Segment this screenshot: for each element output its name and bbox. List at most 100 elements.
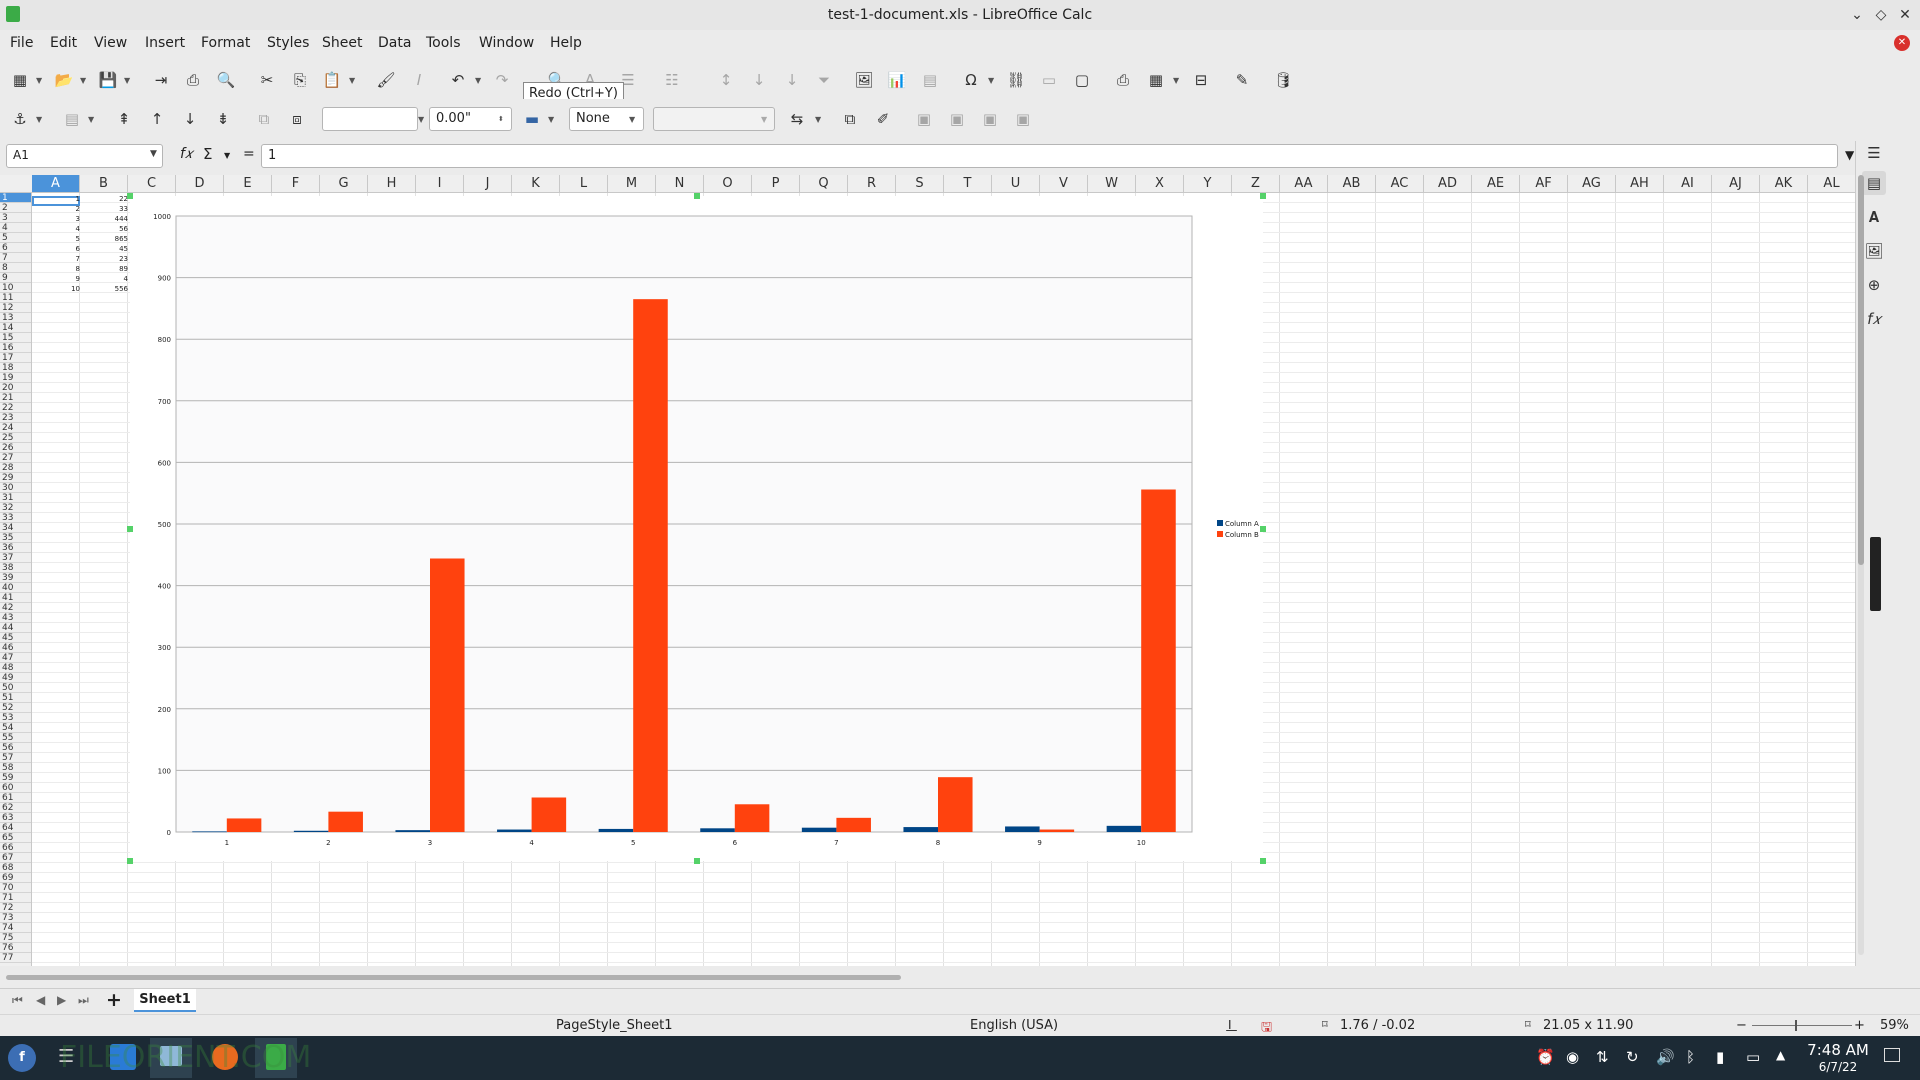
row-header[interactable]: 12 — [0, 303, 31, 313]
cell-a6[interactable]: 6 — [36, 245, 80, 253]
to-foreground-icon[interactable]: ⧉ — [252, 107, 276, 131]
add-sheet-icon[interactable]: + — [106, 989, 122, 1011]
row-header[interactable]: 27 — [0, 453, 31, 463]
row-header[interactable]: 19 — [0, 373, 31, 383]
column-header[interactable]: H — [368, 175, 416, 192]
column-header[interactable]: D — [176, 175, 224, 192]
paste-icon[interactable]: 📋 — [320, 68, 344, 92]
print-preview-icon[interactable]: 🔍 — [214, 68, 238, 92]
properties-icon[interactable]: ▤ — [1862, 171, 1886, 195]
sheet-tab-sheet1[interactable]: Sheet1 — [134, 989, 196, 1012]
cell-b10[interactable]: 556 — [84, 285, 128, 293]
styles-icon[interactable]: 𝐀 — [1862, 205, 1886, 229]
battery-icon[interactable]: ▮ — [1716, 1048, 1724, 1066]
cell-a8[interactable]: 8 — [36, 265, 80, 273]
fedora-menu-icon[interactable]: f — [8, 1044, 36, 1072]
show-draw-functions-icon[interactable]: ✎ — [1230, 68, 1254, 92]
group-icon[interactable]: ▣ — [912, 107, 936, 131]
row-header[interactable]: 51 — [0, 693, 31, 703]
name-box[interactable]: A1 — [6, 144, 163, 168]
column-header[interactable]: L — [560, 175, 608, 192]
anchor-dropdown-icon[interactable]: ▼ — [36, 107, 46, 131]
close-document-icon[interactable]: ✕ — [1894, 35, 1910, 51]
row-header[interactable]: 28 — [0, 463, 31, 473]
zoom-in-icon[interactable]: + — [1854, 1018, 1865, 1033]
cell-b1[interactable]: 22 — [84, 195, 128, 203]
row-header[interactable]: 58 — [0, 763, 31, 773]
column-header[interactable]: I — [416, 175, 464, 192]
line-color-dropdown-icon[interactable]: ▼ — [548, 107, 558, 131]
chart-handle-bl[interactable] — [127, 858, 133, 864]
updates-icon[interactable]: ↻ — [1626, 1048, 1639, 1066]
next-sheet-icon[interactable]: ▶ — [57, 993, 66, 1007]
row-header[interactable]: 13 — [0, 313, 31, 323]
row-header[interactable]: 56 — [0, 743, 31, 753]
row-header[interactable]: 69 — [0, 873, 31, 883]
row-header[interactable]: 61 — [0, 793, 31, 803]
row-header[interactable]: 26 — [0, 443, 31, 453]
vertical-scrollbar[interactable] — [1858, 175, 1864, 955]
insert-chart-icon[interactable]: 📊 — [885, 68, 909, 92]
row-header[interactable]: 30 — [0, 483, 31, 493]
column-header[interactable]: AD — [1424, 175, 1472, 192]
row-header[interactable]: 20 — [0, 383, 31, 393]
row-header[interactable]: 54 — [0, 723, 31, 733]
minimize-icon[interactable]: ⌄ — [1846, 4, 1868, 26]
navigator-icon[interactable]: ⊕ — [1862, 273, 1886, 297]
row-header[interactable]: 47 — [0, 653, 31, 663]
column-header[interactable]: AE — [1472, 175, 1520, 192]
column-header[interactable]: AI — [1664, 175, 1712, 192]
column-header[interactable]: U — [992, 175, 1040, 192]
first-sheet-icon[interactable]: ⏮ — [12, 993, 23, 1008]
row-header[interactable]: 66 — [0, 843, 31, 853]
row-header[interactable]: 38 — [0, 563, 31, 573]
new-dropdown-icon[interactable]: ▼ — [36, 68, 46, 92]
cell-b2[interactable]: 33 — [84, 205, 128, 213]
row-header[interactable]: 15 — [0, 333, 31, 343]
row-header[interactable]: 22 — [0, 403, 31, 413]
special-character-dropdown-icon[interactable]: ▼ — [988, 68, 998, 92]
column-header[interactable]: N — [656, 175, 704, 192]
exit-group-icon[interactable]: ▣ — [978, 107, 1002, 131]
paste-dropdown-icon[interactable]: ▼ — [349, 68, 359, 92]
row-header[interactable]: 74 — [0, 923, 31, 933]
column-header[interactable]: P — [752, 175, 800, 192]
vertical-scroll-thumb[interactable] — [1858, 175, 1864, 565]
cell-a7[interactable]: 7 — [36, 255, 80, 263]
cell-b6[interactable]: 45 — [84, 245, 128, 253]
column-header[interactable]: F — [272, 175, 320, 192]
split-window-icon[interactable]: ⊟ — [1189, 68, 1213, 92]
row-header[interactable]: 36 — [0, 543, 31, 553]
row-header[interactable]: 42 — [0, 603, 31, 613]
chart-handle-tl[interactable] — [127, 193, 133, 199]
freeze-rows-columns-icon[interactable]: ▦ — [1144, 68, 1168, 92]
chart-handle-tr[interactable] — [1260, 193, 1266, 199]
column-icon[interactable]: ☷ — [660, 68, 684, 92]
font-name-dropdown-icon[interactable]: ▼ — [418, 107, 428, 131]
align-dropdown-icon[interactable]: ▼ — [88, 107, 98, 131]
row-header[interactable]: 33 — [0, 513, 31, 523]
sort-descending-icon[interactable]: ↓ — [780, 68, 804, 92]
column-header[interactable]: AL — [1808, 175, 1855, 192]
row-header[interactable]: 9 — [0, 273, 31, 283]
zoom-slider-thumb[interactable] — [1795, 1020, 1797, 1031]
sum-icon[interactable]: Σ — [203, 145, 212, 163]
chart-handle-tc[interactable] — [694, 193, 700, 199]
row-header[interactable]: 17 — [0, 353, 31, 363]
cell-b7[interactable]: 23 — [84, 255, 128, 263]
column-header[interactable]: AK — [1760, 175, 1808, 192]
row-header[interactable]: 59 — [0, 773, 31, 783]
row-header[interactable]: 11 — [0, 293, 31, 303]
pivot-table-icon[interactable]: ▤ — [918, 68, 942, 92]
area-dropdown-icon[interactable]: ▼ — [761, 107, 771, 131]
line-style-dropdown-icon[interactable]: ▼ — [629, 107, 639, 131]
export-pdf-icon[interactable]: ⇥ — [149, 68, 173, 92]
alarm-icon[interactable]: ⏰ — [1536, 1048, 1555, 1066]
row-header[interactable]: 3 — [0, 213, 31, 223]
chart-object[interactable]: 0 100 200 300 400 500 600 700 800 900 1000 1 2 3 4 5 6 7 8… — [130, 196, 1263, 861]
column-header[interactable]: J — [464, 175, 512, 192]
comment-icon[interactable]: ▭ — [1037, 68, 1061, 92]
row-header[interactable]: 5 — [0, 233, 31, 243]
column-header[interactable]: K — [512, 175, 560, 192]
volume-icon[interactable]: 🔊 — [1656, 1048, 1675, 1066]
